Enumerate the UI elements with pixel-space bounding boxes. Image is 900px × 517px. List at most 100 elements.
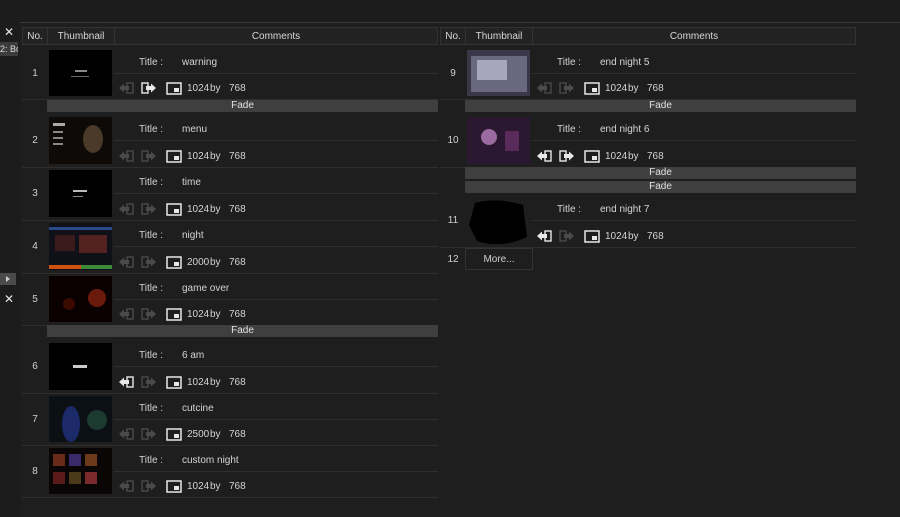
frame-size-icon[interactable] [166, 376, 182, 389]
frame-height[interactable]: 768 [229, 377, 246, 388]
frame-size-icon[interactable] [166, 256, 182, 269]
frame-thumbnail[interactable] [467, 50, 530, 96]
frame-height[interactable]: 768 [229, 151, 246, 162]
column-header-thumbnail[interactable]: Thumbnail [47, 27, 115, 45]
transition-in-icon[interactable] [536, 82, 552, 94]
row-divider [114, 140, 438, 141]
close-icon[interactable]: ✕ [2, 26, 16, 38]
frame-thumbnail[interactable] [49, 343, 112, 390]
frame-height[interactable]: 768 [229, 204, 246, 215]
frame-width[interactable]: 2000 [187, 257, 209, 268]
frame-height[interactable]: 768 [229, 309, 246, 320]
frame-title-prefix: Title : [557, 204, 584, 215]
transition-fade-bar[interactable]: Fade [465, 100, 856, 112]
side-tab-label[interactable]: 2: Bo [0, 42, 18, 56]
transition-out-icon[interactable] [141, 150, 156, 162]
frame-title[interactable]: warning [182, 57, 217, 68]
frame-size-by: by [210, 204, 221, 215]
frame-height[interactable]: 768 [229, 481, 246, 492]
frame-width[interactable]: 1024 [187, 377, 209, 388]
frame-title[interactable]: cutcine [182, 403, 214, 414]
expand-arrow-icon[interactable] [0, 273, 16, 285]
transition-out-icon[interactable] [559, 230, 574, 242]
column-header-comments[interactable]: Comments [532, 27, 856, 45]
frame-thumbnail[interactable] [49, 223, 112, 270]
column-header-no[interactable]: No. [22, 27, 48, 45]
frame-width[interactable]: 1024 [187, 481, 209, 492]
transition-out-icon[interactable] [141, 82, 156, 94]
frame-title[interactable]: end night 5 [600, 57, 650, 68]
frame-thumbnail[interactable] [49, 50, 112, 96]
frame-width[interactable]: 1024 [605, 151, 627, 162]
transition-in-icon[interactable] [118, 82, 134, 94]
column-header-thumbnail[interactable]: Thumbnail [465, 27, 533, 45]
frame-thumbnail[interactable] [49, 117, 112, 164]
frame-size-icon[interactable] [166, 203, 182, 216]
frame-width[interactable]: 1024 [605, 83, 627, 94]
frame-size-icon[interactable] [166, 150, 182, 163]
column-header-no[interactable]: No. [440, 27, 466, 45]
close-icon[interactable]: ✕ [2, 293, 16, 305]
transition-out-icon[interactable] [141, 308, 156, 320]
frame-thumbnail[interactable] [467, 117, 530, 164]
transition-in-icon[interactable] [536, 150, 552, 162]
transition-out-icon[interactable] [141, 480, 156, 492]
frame-thumbnail[interactable] [49, 276, 112, 322]
frame-thumbnail[interactable] [49, 170, 112, 217]
frame-thumbnail[interactable] [49, 448, 112, 494]
frame-height[interactable]: 768 [647, 151, 664, 162]
frame-title[interactable]: game over [182, 283, 229, 294]
transition-out-icon[interactable] [141, 256, 156, 268]
transition-out-icon[interactable] [559, 150, 574, 162]
transition-fade-bar[interactable]: Fade [465, 167, 856, 179]
frame-size-icon[interactable] [584, 82, 600, 95]
frame-width[interactable]: 1024 [187, 83, 209, 94]
frame-size-icon[interactable] [584, 150, 600, 163]
frame-size-icon[interactable] [584, 230, 600, 243]
frame-height[interactable]: 768 [229, 83, 246, 94]
transition-in-icon[interactable] [118, 256, 134, 268]
transition-in-icon[interactable] [118, 150, 134, 162]
frame-title[interactable]: night [182, 230, 204, 241]
transition-out-icon[interactable] [141, 376, 156, 388]
transition-in-icon[interactable] [118, 428, 134, 440]
frame-size-icon[interactable] [166, 82, 182, 95]
transition-in-icon[interactable] [118, 203, 134, 215]
frame-title[interactable]: end night 7 [600, 204, 650, 215]
transition-in-icon[interactable] [536, 230, 552, 242]
frame-title[interactable]: end night 6 [600, 124, 650, 135]
frame-size-icon[interactable] [166, 428, 182, 441]
transition-out-icon[interactable] [559, 82, 574, 94]
transition-fade-bar[interactable]: Fade [47, 100, 438, 112]
frame-width[interactable]: 2500 [187, 429, 209, 440]
transition-fade-bar[interactable]: Fade [47, 325, 438, 337]
frame-width[interactable]: 1024 [187, 151, 209, 162]
frame-width[interactable]: 1024 [187, 309, 209, 320]
frame-width[interactable]: 1024 [187, 204, 209, 215]
frame-title[interactable]: time [182, 177, 201, 188]
frame-number: 4 [32, 241, 38, 252]
row-divider [532, 220, 856, 221]
frame-height[interactable]: 768 [229, 429, 246, 440]
frame-size-icon[interactable] [166, 308, 182, 321]
transition-in-icon[interactable] [118, 308, 134, 320]
transition-in-icon[interactable] [118, 376, 134, 388]
frame-title[interactable]: menu [182, 124, 207, 135]
transition-out-icon[interactable] [141, 428, 156, 440]
frame-size-by: by [210, 481, 221, 492]
column-header-comments[interactable]: Comments [114, 27, 438, 45]
frame-width[interactable]: 1024 [605, 231, 627, 242]
frame-thumbnail[interactable] [49, 396, 112, 442]
more-button[interactable]: More... [465, 248, 533, 270]
frame-size-icon[interactable] [166, 480, 182, 493]
frame-height[interactable]: 768 [647, 231, 664, 242]
frame-title-prefix: Title : [139, 177, 166, 188]
frame-title[interactable]: 6 am [182, 350, 204, 361]
frame-height[interactable]: 768 [647, 83, 664, 94]
frame-thumbnail[interactable] [467, 197, 530, 244]
transition-in-icon[interactable] [118, 480, 134, 492]
frame-title[interactable]: custom night [182, 455, 239, 466]
transition-out-icon[interactable] [141, 203, 156, 215]
transition-fade-bar[interactable]: Fade [465, 181, 856, 193]
frame-height[interactable]: 768 [229, 257, 246, 268]
